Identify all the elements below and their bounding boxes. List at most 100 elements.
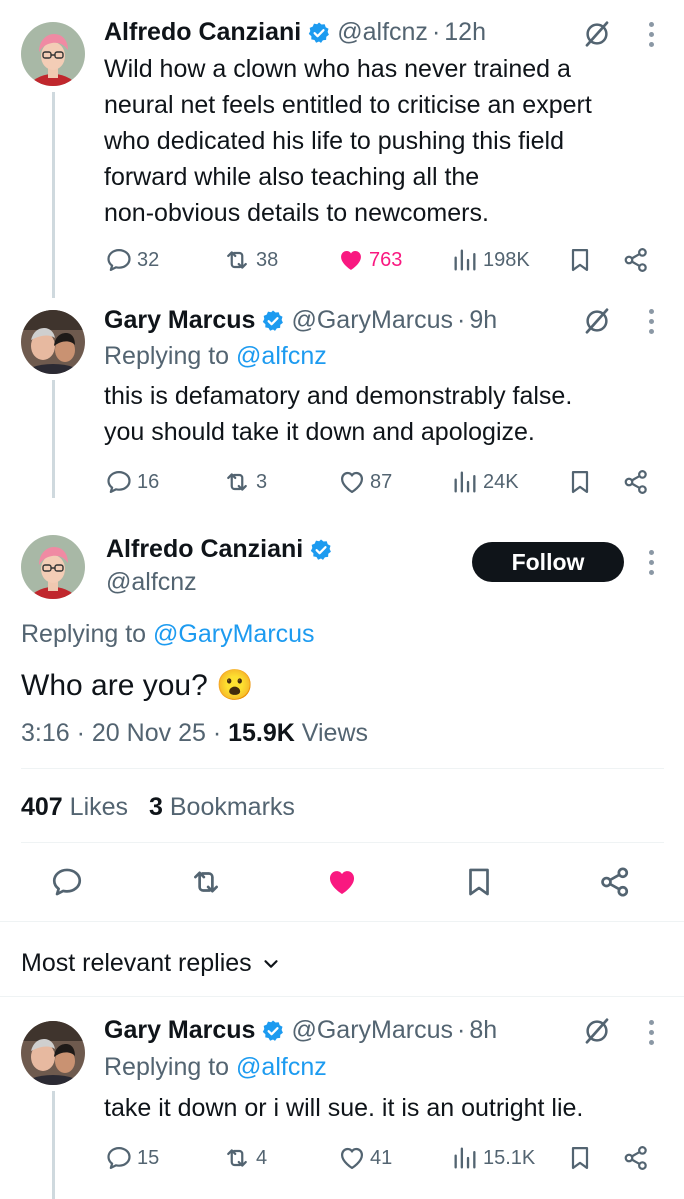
tweet-text-line: neural net feels entitled to criticise a… bbox=[104, 91, 592, 119]
tweet-text: Wild how a clown who has never trained a… bbox=[104, 51, 664, 231]
author-name[interactable]: Gary Marcus bbox=[104, 306, 255, 335]
views-label: Views bbox=[301, 719, 369, 747]
views-icon bbox=[451, 1144, 479, 1172]
bookmarks-label: Bookmarks bbox=[169, 793, 295, 821]
repost-button[interactable]: 38 bbox=[222, 246, 278, 274]
views-button[interactable]: 24K bbox=[451, 468, 519, 496]
bookmarks-stat[interactable]: 3 Bookmarks bbox=[149, 793, 295, 821]
repost-button[interactable]: 3 bbox=[222, 468, 267, 496]
repost-icon bbox=[222, 468, 252, 496]
view-count: 24K bbox=[483, 470, 519, 493]
tweet-time[interactable]: 12h bbox=[444, 18, 486, 47]
repost-count: 3 bbox=[256, 470, 268, 493]
author-handle[interactable]: @alfcnz bbox=[337, 18, 428, 47]
reply-button[interactable]: 32 bbox=[105, 246, 159, 274]
tweet-text: take it down or i will sue. it is an out… bbox=[104, 1094, 584, 1122]
share-icon[interactable] bbox=[622, 468, 650, 496]
tweet-header: Alfredo Canziani @alfcnz · 12h bbox=[104, 18, 486, 47]
avatar[interactable] bbox=[21, 310, 85, 374]
reply-count: 32 bbox=[137, 248, 160, 271]
bookmark-icon[interactable] bbox=[566, 1144, 594, 1172]
share-icon[interactable] bbox=[598, 865, 632, 899]
like-count: 41 bbox=[370, 1146, 393, 1169]
author-handle[interactable]: @GaryMarcus bbox=[291, 1016, 453, 1045]
tweet-header: Gary Marcus @GaryMarcus · 9h bbox=[104, 306, 497, 335]
avatar[interactable] bbox=[21, 1021, 85, 1085]
tweet-date[interactable]: 20 Nov 25 bbox=[92, 719, 206, 747]
author-handle[interactable]: @alfcnz bbox=[106, 568, 197, 597]
tweet-text-line: Wild how a clown who has never trained a bbox=[104, 55, 571, 83]
tweet-time[interactable]: 3:16 bbox=[21, 719, 70, 747]
avatar[interactable] bbox=[21, 22, 85, 86]
reply-button[interactable]: 16 bbox=[105, 468, 159, 496]
author-name[interactable]: Gary Marcus bbox=[104, 1016, 255, 1045]
divider bbox=[21, 768, 664, 769]
replying-to-mention[interactable]: @alfcnz bbox=[236, 1053, 327, 1081]
reply-icon[interactable] bbox=[50, 865, 84, 899]
likes-count: 407 bbox=[21, 793, 63, 821]
tweet-text-line: who dedicated his life to pushing this f… bbox=[104, 127, 565, 155]
separator-dot: · bbox=[431, 18, 441, 46]
more-options-icon[interactable] bbox=[646, 548, 656, 578]
thread-connector bbox=[52, 380, 55, 498]
tweet-text-line: forward while also teaching all the bbox=[104, 163, 480, 191]
tweet-time[interactable]: 8h bbox=[469, 1016, 497, 1045]
follow-button[interactable]: Follow bbox=[472, 542, 624, 582]
grok-icon[interactable] bbox=[582, 19, 612, 49]
avatar[interactable] bbox=[21, 535, 85, 599]
separator-dot: · bbox=[212, 719, 229, 747]
author-handle[interactable]: @GaryMarcus bbox=[291, 306, 453, 335]
replying-to-mention[interactable]: @alfcnz bbox=[236, 342, 327, 370]
grok-icon[interactable] bbox=[582, 306, 612, 336]
repost-button[interactable]: 4 bbox=[222, 1144, 267, 1172]
reply-count: 16 bbox=[137, 470, 160, 493]
views-button[interactable]: 15.1K bbox=[451, 1144, 535, 1172]
repost-count: 38 bbox=[256, 248, 279, 271]
engagement-stats: 407 Likes 3 Bookmarks bbox=[21, 793, 295, 822]
views-icon bbox=[451, 468, 479, 496]
avatar-image bbox=[21, 1021, 85, 1085]
repost-icon[interactable] bbox=[188, 865, 224, 899]
heart-filled-icon[interactable] bbox=[324, 865, 360, 899]
reply-button[interactable]: 15 bbox=[105, 1144, 159, 1172]
divider bbox=[21, 842, 664, 843]
replies-sort-dropdown[interactable]: Most relevant replies bbox=[21, 949, 282, 978]
more-options-icon[interactable] bbox=[646, 20, 656, 50]
reply-icon bbox=[105, 1144, 133, 1172]
share-icon[interactable] bbox=[622, 246, 650, 274]
grok-icon[interactable] bbox=[582, 1016, 612, 1046]
more-options-icon[interactable] bbox=[646, 1018, 656, 1048]
divider bbox=[0, 921, 684, 922]
separator-dot: · bbox=[456, 306, 466, 334]
author-name[interactable]: Alfredo Canziani bbox=[106, 535, 303, 564]
verified-badge-icon bbox=[261, 309, 285, 333]
divider bbox=[0, 996, 684, 997]
like-button[interactable]: 41 bbox=[338, 1144, 392, 1172]
verified-badge-icon bbox=[309, 538, 333, 562]
likes-label: Likes bbox=[69, 793, 129, 821]
views-icon bbox=[451, 246, 479, 274]
bookmarks-count: 3 bbox=[149, 793, 163, 821]
bookmark-icon[interactable] bbox=[566, 468, 594, 496]
avatar-image bbox=[21, 535, 85, 599]
share-icon[interactable] bbox=[622, 1144, 650, 1172]
more-options-icon[interactable] bbox=[646, 307, 656, 337]
bookmark-icon[interactable] bbox=[462, 865, 496, 899]
reply-icon bbox=[105, 246, 133, 274]
like-count: 87 bbox=[370, 470, 393, 493]
separator-dot: · bbox=[76, 719, 92, 747]
replying-to: Replying to @GaryMarcus bbox=[21, 620, 315, 649]
views-button[interactable]: 198K bbox=[451, 246, 530, 274]
tweet-time[interactable]: 9h bbox=[469, 306, 497, 335]
replying-to-mention[interactable]: @GaryMarcus bbox=[153, 620, 315, 648]
replying-to-label: Replying to bbox=[104, 1053, 230, 1081]
likes-stat[interactable]: 407 Likes bbox=[21, 793, 135, 821]
bookmark-icon[interactable] bbox=[566, 246, 594, 274]
repost-count: 4 bbox=[256, 1146, 268, 1169]
like-button[interactable]: 763 bbox=[337, 246, 402, 274]
author-name[interactable]: Alfredo Canziani bbox=[104, 18, 301, 47]
main-tweet-header: Alfredo Canziani bbox=[106, 535, 339, 564]
thread-connector bbox=[52, 92, 55, 298]
like-button[interactable]: 87 bbox=[338, 468, 392, 496]
replying-to-label: Replying to bbox=[104, 342, 230, 370]
